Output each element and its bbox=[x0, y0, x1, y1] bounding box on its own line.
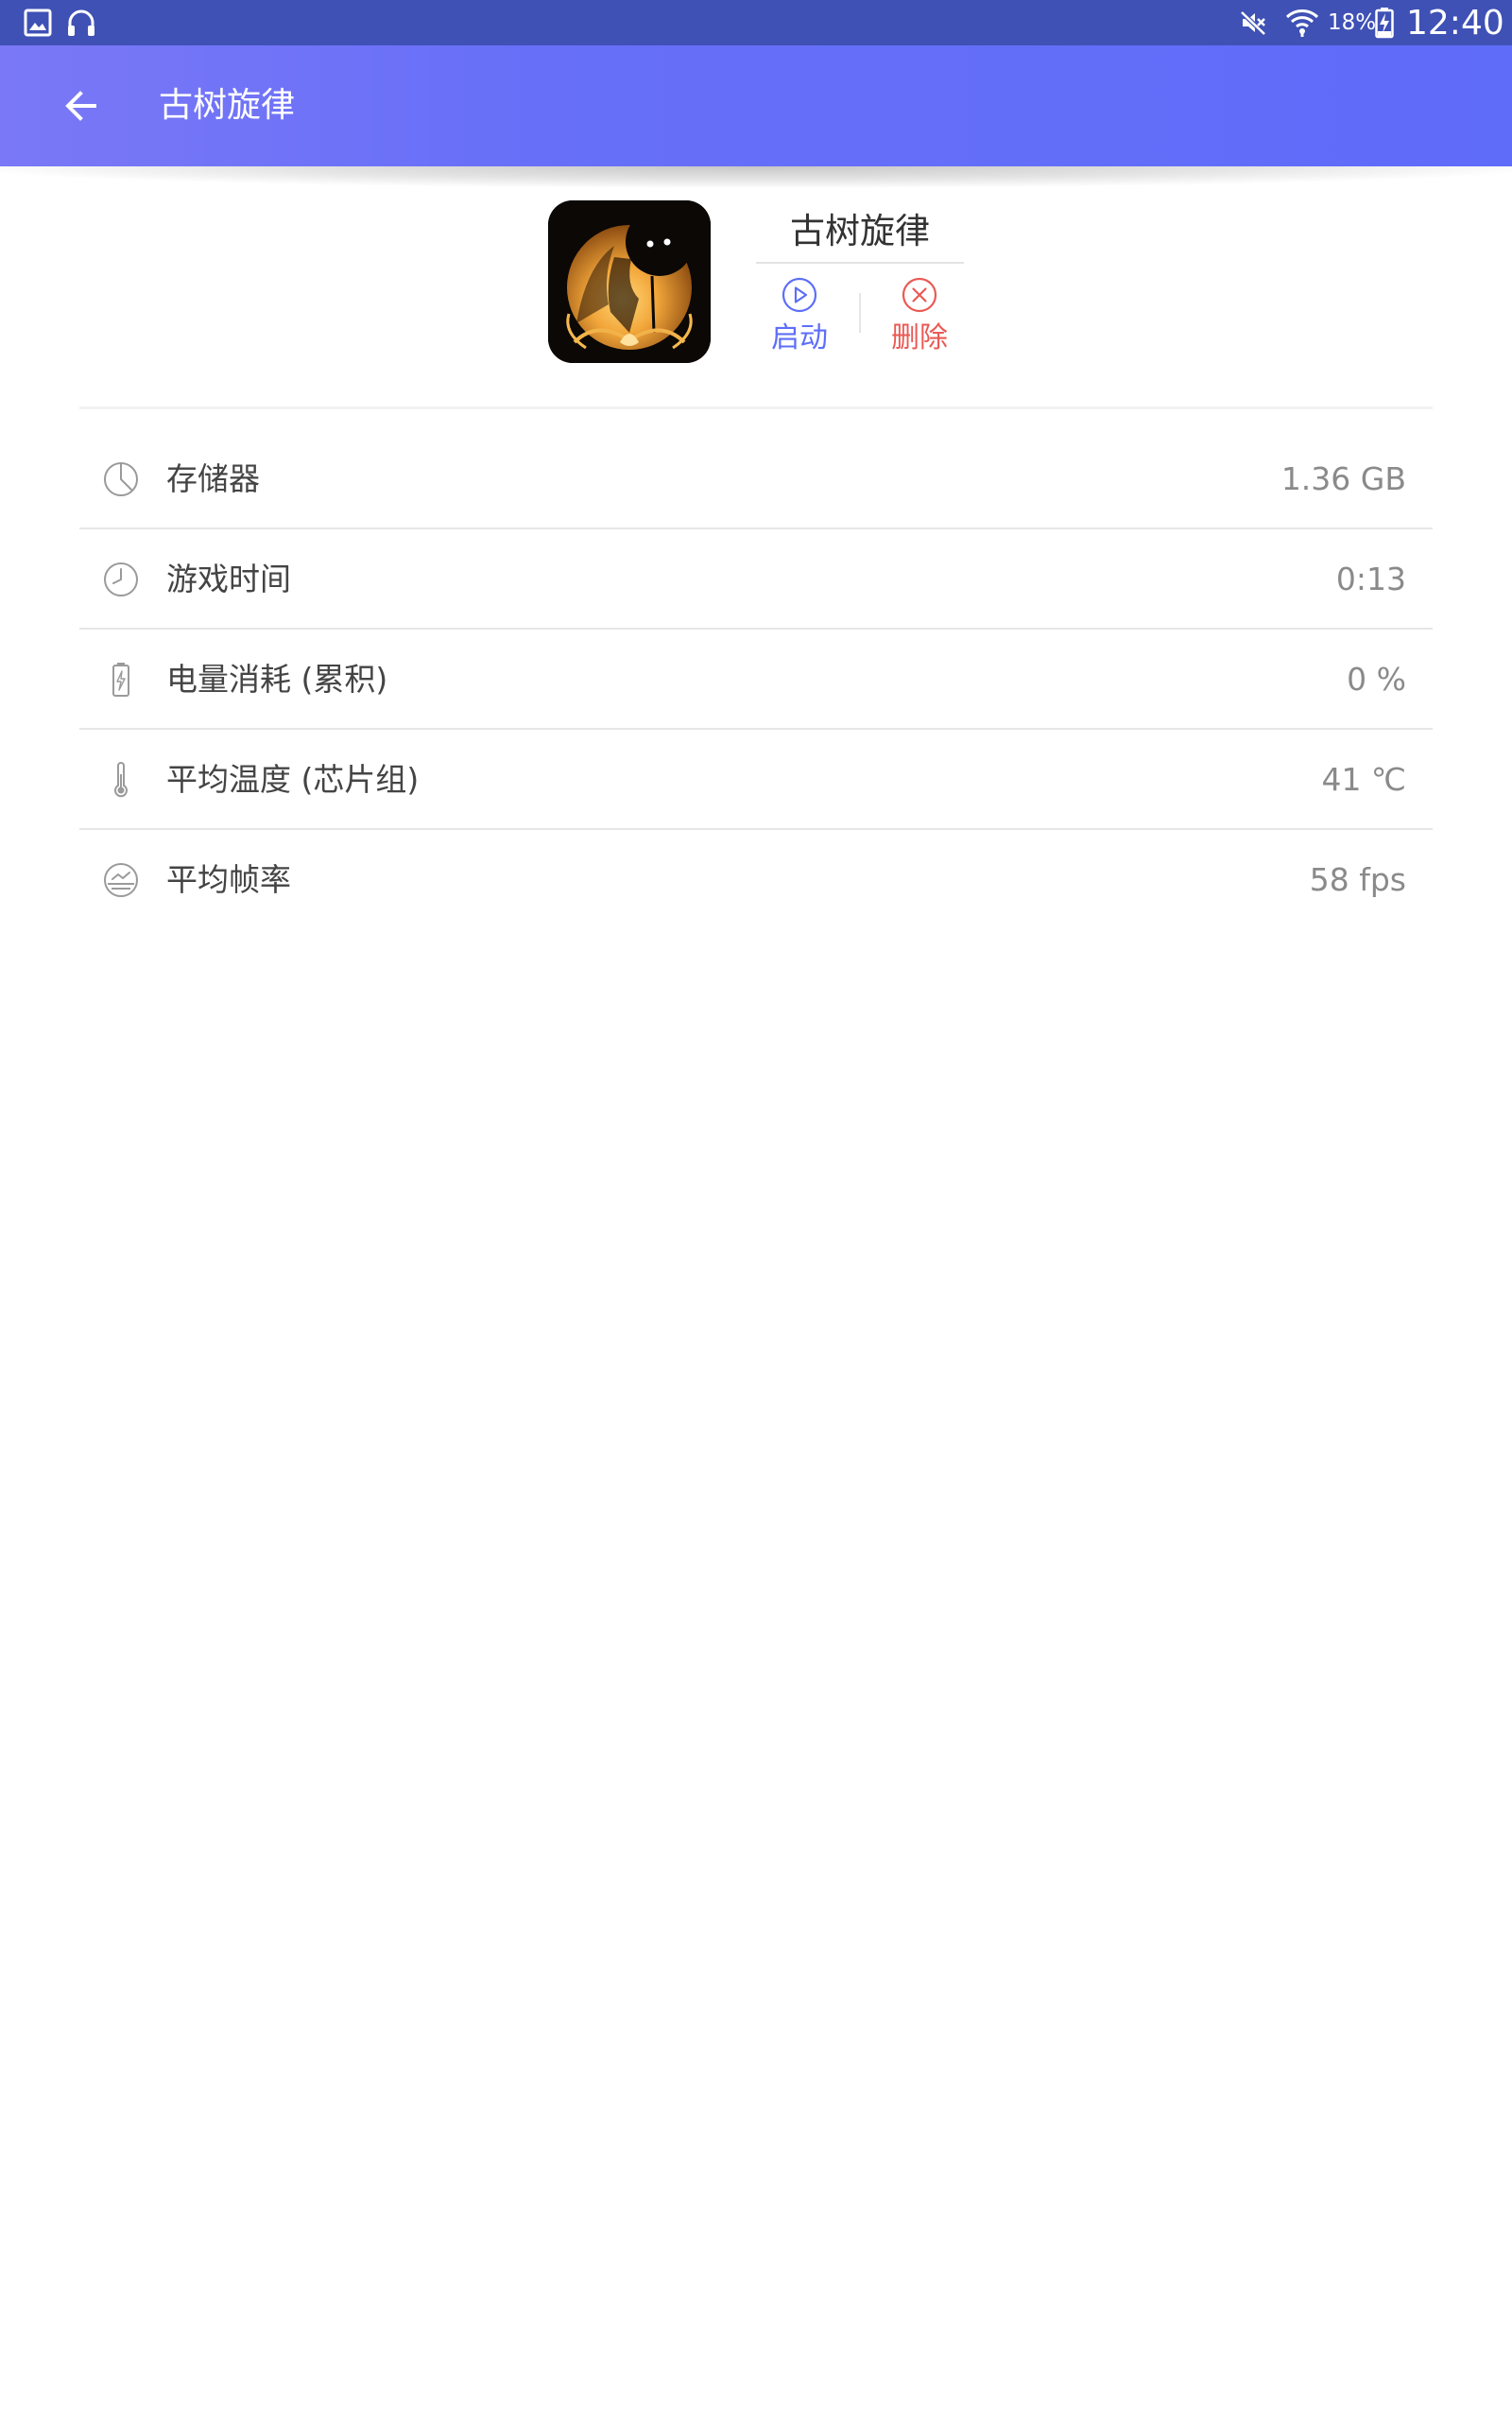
clock-icon bbox=[104, 562, 138, 596]
stat-value: 41 ℃ bbox=[1321, 761, 1406, 798]
back-button[interactable] bbox=[53, 78, 110, 134]
delete-button[interactable]: 删除 bbox=[868, 274, 971, 365]
stat-label: 平均帧率 bbox=[166, 861, 291, 898]
arrow-left-icon bbox=[65, 91, 96, 121]
thermometer-icon bbox=[114, 762, 128, 798]
game-app-icon bbox=[548, 200, 711, 363]
page-title: 古树旋律 bbox=[159, 86, 296, 125]
action-divider bbox=[859, 293, 861, 333]
battery-percent: 18% bbox=[1328, 10, 1377, 35]
stat-label: 电量消耗 (累积) bbox=[166, 661, 388, 698]
header-divider bbox=[79, 406, 1433, 409]
app-name: 古树旋律 bbox=[790, 211, 930, 251]
stat-value: 0 % bbox=[1347, 661, 1406, 698]
status-bar: 18% 12:40 bbox=[0, 0, 1512, 45]
frame-rate-icon bbox=[104, 863, 138, 897]
stats-list: 存储器 1.36 GB 游戏时间 0:13 电量消耗 (累积) 0 % 平均温度… bbox=[79, 429, 1433, 930]
battery-charging-icon bbox=[1372, 0, 1397, 45]
app-name-underline bbox=[756, 262, 964, 264]
delete-label: 删除 bbox=[891, 321, 948, 354]
mute-icon bbox=[1234, 0, 1272, 45]
stat-row-battery-usage: 电量消耗 (累积) 0 % bbox=[79, 630, 1433, 730]
stat-value: 58 fps bbox=[1309, 861, 1406, 898]
stat-label: 平均温度 (芯片组) bbox=[166, 761, 420, 798]
headphones-icon bbox=[62, 0, 100, 45]
play-circle-icon bbox=[782, 277, 817, 313]
status-time: 12:40 bbox=[1406, 4, 1504, 43]
stat-row-temperature: 平均温度 (芯片组) 41 ℃ bbox=[79, 730, 1433, 830]
stat-row-frame-rate: 平均帧率 58 fps bbox=[79, 830, 1433, 930]
wifi-icon bbox=[1281, 0, 1323, 45]
app-bar: 古树旋律 bbox=[0, 45, 1512, 187]
launch-label: 启动 bbox=[771, 321, 828, 354]
stat-value: 1.36 GB bbox=[1280, 460, 1406, 497]
stat-row-play-time: 游戏时间 0:13 bbox=[79, 529, 1433, 630]
close-circle-icon bbox=[902, 277, 937, 313]
battery-icon bbox=[112, 663, 129, 697]
stat-value: 0:13 bbox=[1335, 561, 1406, 597]
stat-label: 存储器 bbox=[166, 460, 260, 497]
launch-button[interactable]: 启动 bbox=[747, 274, 851, 365]
stat-row-storage: 存储器 1.36 GB bbox=[79, 429, 1433, 529]
stat-label: 游戏时间 bbox=[166, 561, 291, 597]
gallery-icon bbox=[19, 0, 57, 45]
pie-chart-icon bbox=[104, 462, 138, 496]
